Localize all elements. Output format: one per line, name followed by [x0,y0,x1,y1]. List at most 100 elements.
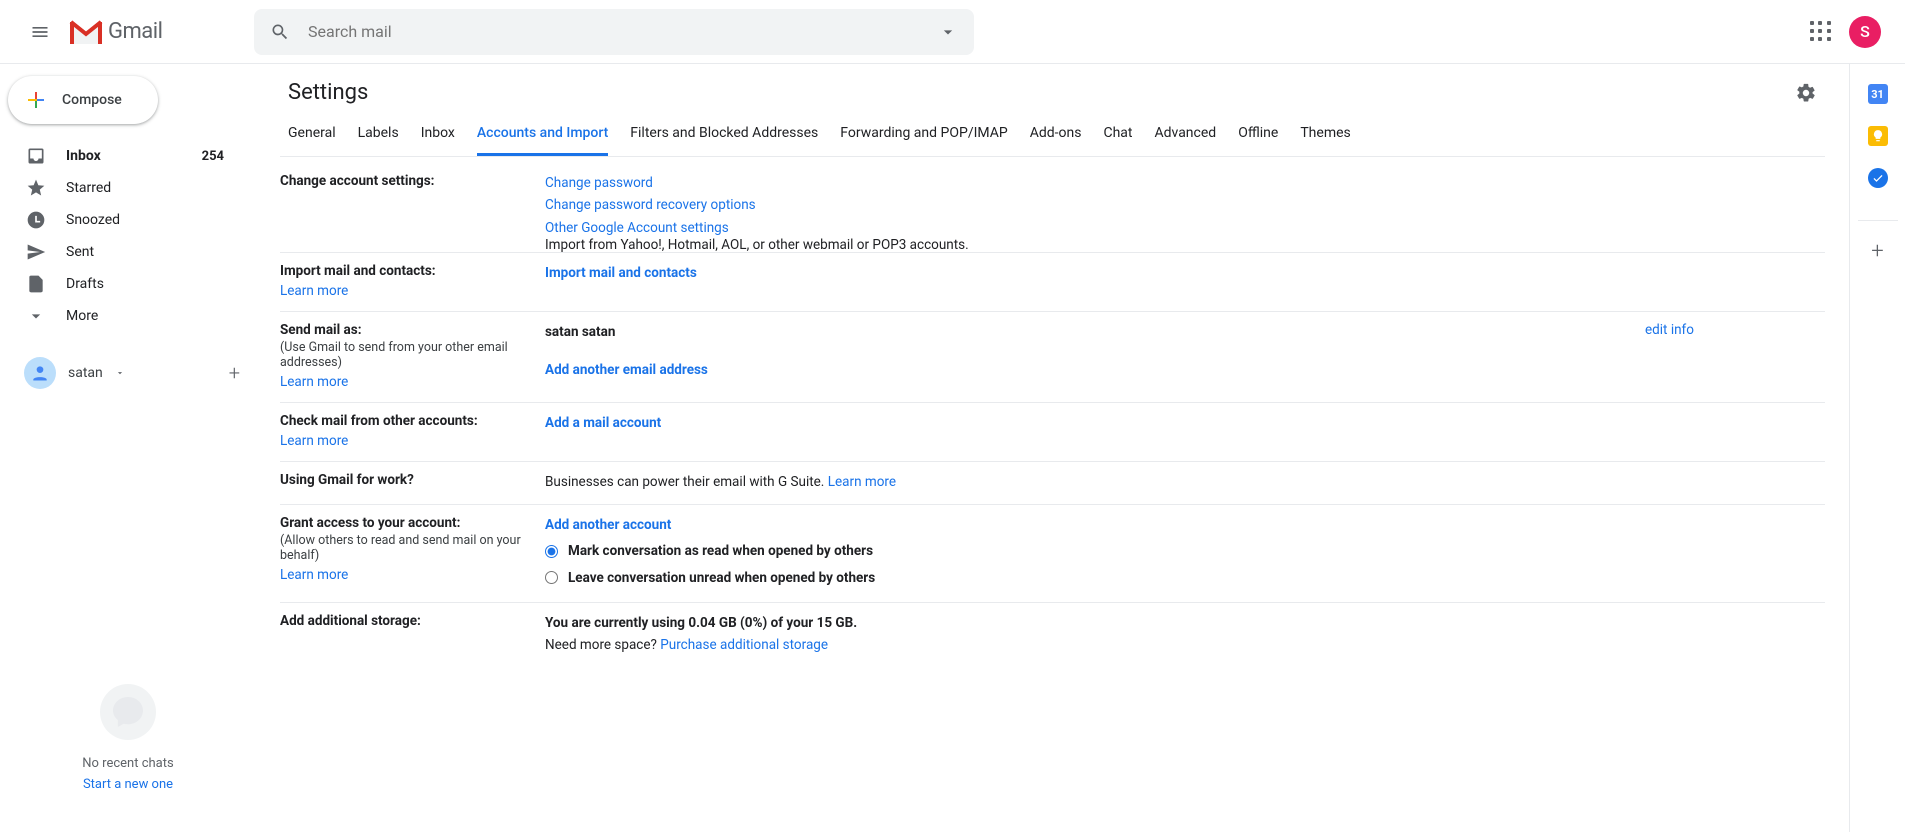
change-password-link[interactable]: Change password [545,175,653,191]
search-options-icon[interactable] [930,14,966,50]
row-import-mail: Import mail and contacts: Learn more Imp… [280,253,1825,312]
add-email-button[interactable]: Add another email address [545,362,708,378]
contact-name: satan [68,365,103,381]
row-send-as: Send mail as: (Use Gmail to send from yo… [280,312,1825,403]
caret-down-icon [115,368,125,378]
tab-offline[interactable]: Offline [1238,115,1278,156]
learn-more-link[interactable]: Learn more [280,374,348,390]
tasks-addon-button[interactable] [1868,168,1888,188]
tab-addons[interactable]: Add-ons [1030,115,1082,156]
add-mail-account-button[interactable]: Add a mail account [545,415,661,431]
sidebar-item-starred[interactable]: Starred [0,172,240,204]
hamburger-icon [30,22,50,42]
tab-inbox[interactable]: Inbox [421,115,455,156]
sidebar-item-sent[interactable]: Sent [0,236,240,268]
keep-icon [1871,129,1885,143]
search-bar[interactable] [254,9,974,55]
tab-general[interactable]: General [288,115,336,156]
hangouts-icon [100,684,156,740]
mark-read-radio[interactable] [545,545,558,558]
side-panel: 31 + [1849,64,1905,832]
tab-accounts-import[interactable]: Accounts and Import [477,115,608,156]
sidebar-item-more[interactable]: More [0,300,240,332]
sidebar-item-snoozed[interactable]: Snoozed [0,204,240,236]
send-as-value: satan satan [545,324,615,340]
tab-chat[interactable]: Chat [1103,115,1132,156]
row-title: Using Gmail for work? [280,472,414,488]
search-icon[interactable] [262,14,298,50]
purchase-storage-link[interactable]: Purchase additional storage [660,637,828,653]
learn-more-link[interactable]: Learn more [280,567,348,583]
search-input[interactable] [298,22,930,41]
row-title: Check mail from other accounts: [280,413,478,429]
row-title: Send mail as: [280,322,362,338]
inbox-icon [26,146,46,166]
new-chat-button[interactable]: + [229,361,240,385]
leave-unread-radio[interactable] [545,571,558,584]
settings-gear-button[interactable] [1795,82,1817,104]
sidebar-item-drafts[interactable]: Drafts [0,268,240,300]
row-subtitle: (Allow others to read and send mail on y… [280,533,525,563]
settings-tabs: General Labels Inbox Accounts and Import… [280,115,1825,157]
learn-more-link[interactable]: Learn more [828,474,896,490]
navigation-sidebar: Compose Inbox 254 Starred Snoozed Sent D… [0,64,256,832]
account-avatar[interactable]: S [1849,16,1881,48]
sidebar-item-label: Inbox [66,148,101,164]
apps-grid-icon [1809,20,1833,44]
edit-info-link[interactable]: edit info [1645,322,1694,338]
contact-avatar [24,357,56,389]
tab-advanced[interactable]: Advanced [1154,115,1216,156]
row-gsuite: Using Gmail for work? Businesses can pow… [280,462,1825,505]
row-title: Add additional storage: [280,613,421,629]
other-settings-link[interactable]: Other Google Account settings [545,220,729,236]
main-menu-button[interactable] [16,8,64,56]
start-chat-link[interactable]: Start a new one [83,777,173,792]
drafts-icon [26,274,46,294]
sent-icon [26,242,46,262]
tab-themes[interactable]: Themes [1300,115,1350,156]
tab-labels[interactable]: Labels [358,115,399,156]
google-apps-button[interactable] [1801,12,1841,52]
learn-more-link[interactable]: Learn more [280,283,348,299]
settings-pane: Settings General Labels Inbox Accounts a… [256,64,1849,832]
tab-filters[interactable]: Filters and Blocked Addresses [630,115,818,156]
sidebar-item-inbox[interactable]: Inbox 254 [0,140,240,172]
import-desc: Import from Yahoo!, Hotmail, AOL, or oth… [545,235,1825,255]
hangouts-contact-row[interactable]: satan + [0,348,256,397]
person-icon [30,363,50,383]
gear-icon [1795,82,1817,104]
tab-forwarding[interactable]: Forwarding and POP/IMAP [840,115,1007,156]
keep-addon-button[interactable] [1868,126,1888,146]
row-check-mail: Check mail from other accounts: Learn mo… [280,403,1825,462]
compose-button[interactable]: Compose [8,76,158,124]
import-mail-button[interactable]: Import mail and contacts [545,265,697,281]
page-title: Settings [288,80,368,105]
calendar-addon-button[interactable]: 31 [1868,84,1888,104]
row-storage: Add additional storage: You are currentl… [280,603,1825,670]
radio-label: Mark conversation as read when opened by… [568,541,873,561]
row-grant-access: Grant access to your account: (Allow oth… [280,505,1825,603]
row-title: Grant access to your account: [280,515,460,531]
learn-more-link[interactable]: Learn more [280,433,348,449]
tasks-icon [1872,172,1884,184]
row-title: Change account settings: [280,173,434,189]
clock-icon [26,210,46,230]
storage-prompt: Need more space? [545,637,660,653]
sidebar-item-label: Snoozed [66,212,120,228]
inbox-count: 254 [202,149,240,164]
get-addons-button[interactable]: + [1858,220,1898,264]
app-header: Gmail S [0,0,1905,64]
change-recovery-link[interactable]: Change password recovery options [545,197,756,213]
gmail-logo[interactable]: Gmail [64,18,244,46]
sidebar-item-label: Starred [66,180,111,196]
add-another-account-button[interactable]: Add another account [545,517,671,533]
app-name: Gmail [108,19,162,44]
star-icon [26,178,46,198]
plus-icon [24,88,48,112]
radio-label: Leave conversation unread when opened by… [568,568,875,588]
chevron-down-icon [26,306,46,326]
no-chats-text: No recent chats [82,756,173,771]
storage-usage: You are currently using 0.04 GB (0%) of … [545,615,857,631]
row-subtitle: (Use Gmail to send from your other email… [280,340,525,370]
compose-label: Compose [62,92,122,108]
